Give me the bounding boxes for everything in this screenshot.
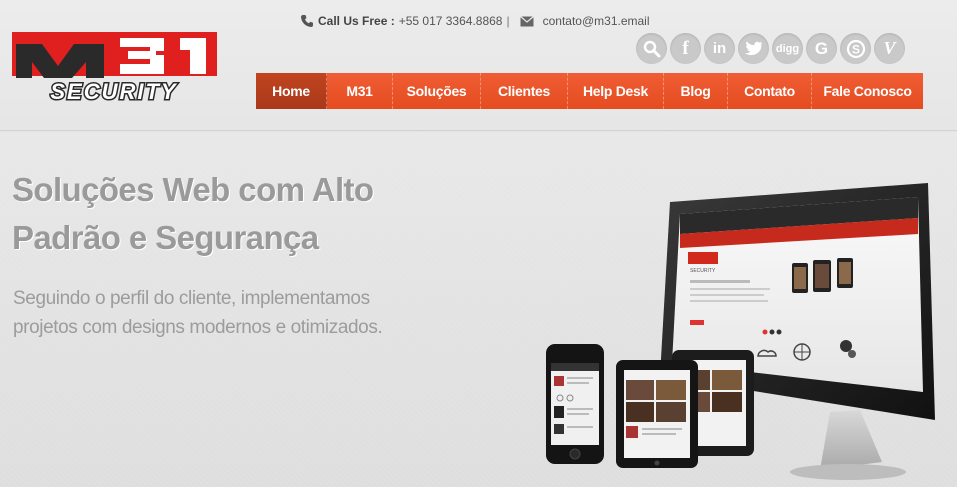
facebook-icon[interactable]: f (670, 33, 701, 64)
linkedin-icon[interactable]: in (704, 33, 735, 64)
nav-clientes[interactable]: Clientes (481, 73, 568, 109)
nav-contato[interactable]: Contato (728, 73, 812, 109)
site-header: SECURITY Call Us Free : +55 017 3364.886… (0, 0, 957, 131)
contact-bar: Call Us Free : +55 017 3364.8868 | conta… (300, 13, 650, 29)
skype-icon[interactable]: S (840, 33, 871, 64)
hero-subtitle: Seguindo o perfil do cliente, implementa… (13, 284, 433, 342)
digg-icon[interactable]: digg (772, 33, 803, 64)
logo-security-text: SECURITY (50, 79, 178, 102)
search-icon[interactable] (636, 33, 667, 64)
social-icons: f in digg G S V (636, 33, 905, 65)
nav-home[interactable]: Home (256, 73, 327, 109)
vimeo-icon[interactable]: V (874, 33, 905, 64)
nav-help-desk[interactable]: Help Desk (568, 73, 664, 109)
email-link[interactable]: contato@m31.email (543, 14, 650, 28)
nav-fale-conosco[interactable]: Fale Conosco (812, 73, 923, 109)
main-nav: Home M31 Soluções Clientes Help Desk Blo… (256, 73, 923, 109)
hero-subtitle-line2: projetos com designs modernos e otimizad… (13, 317, 383, 338)
phone-number[interactable]: +55 017 3364.8868 (399, 14, 503, 28)
google-icon[interactable]: G (806, 33, 837, 64)
phone-label: Call Us Free : (318, 14, 395, 28)
phone-icon (301, 15, 313, 27)
nav-m31[interactable]: M31 (327, 73, 393, 109)
twitter-icon[interactable] (738, 33, 769, 64)
svg-text:SECURITY: SECURITY (690, 268, 716, 274)
nav-solucoes[interactable]: Soluções (393, 73, 481, 109)
nav-blog[interactable]: Blog (664, 73, 728, 109)
hero-title-line1: Soluções Web com Alto (12, 171, 374, 208)
devices-illustration: SECURITY (546, 183, 935, 480)
hero-title: Soluções Web com Alto Padrão e Segurança (12, 166, 412, 262)
contact-separator: | (506, 14, 510, 28)
hero-subtitle-line1: Seguindo o perfil do cliente, implementa… (13, 288, 370, 309)
svg-text:S: S (851, 42, 859, 56)
hero-title-line2: Padrão e Segurança (12, 219, 319, 256)
email-icon (519, 15, 534, 26)
m31-security-logo[interactable]: SECURITY (12, 28, 217, 102)
